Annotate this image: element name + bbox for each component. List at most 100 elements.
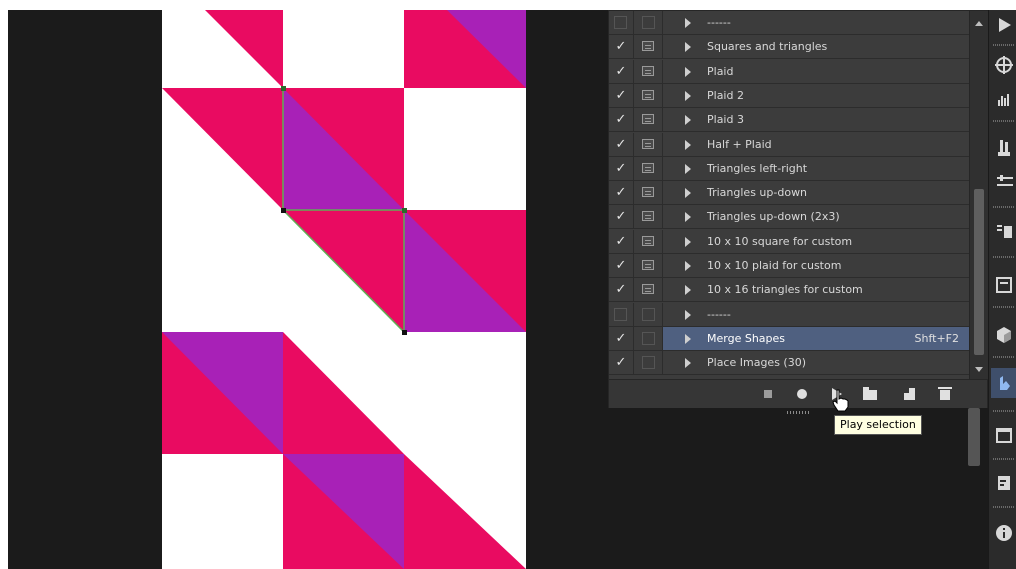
action-name-cell[interactable]: Place Images (30) bbox=[663, 351, 969, 376]
action-name-cell[interactable]: Squares and triangles bbox=[663, 35, 969, 60]
toggle-dialog-checkbox[interactable] bbox=[634, 326, 663, 351]
actions-scrollbar[interactable] bbox=[969, 11, 988, 379]
record-button[interactable] bbox=[791, 384, 813, 404]
toggle-item-checkbox[interactable]: ✓ bbox=[609, 254, 634, 278]
scroll-down-icon[interactable] bbox=[975, 367, 983, 372]
expand-arrow-icon[interactable] bbox=[685, 333, 691, 344]
expand-arrow-icon[interactable] bbox=[685, 66, 691, 77]
action-row[interactable]: ✓ Merge Shapes Shft+F2 bbox=[609, 326, 969, 351]
toggle-dialog-checkbox[interactable] bbox=[634, 254, 663, 278]
toggle-dialog-checkbox[interactable] bbox=[634, 278, 663, 303]
action-row[interactable]: ------ bbox=[609, 302, 969, 327]
new-set-button[interactable] bbox=[859, 384, 881, 404]
toggle-item-checkbox[interactable]: ✓ bbox=[609, 35, 634, 60]
toggle-dialog-checkbox[interactable] bbox=[634, 83, 663, 108]
action-row[interactable]: ✓ Plaid 2 bbox=[609, 83, 969, 108]
action-row[interactable]: ✓ Plaid bbox=[609, 59, 969, 84]
action-row[interactable]: ✓ 10 x 16 triangles for custom bbox=[609, 278, 969, 303]
toggle-item-checkbox[interactable] bbox=[609, 11, 634, 35]
panel-lane-scrollbar[interactable] bbox=[968, 408, 980, 466]
action-row[interactable]: ✓ Triangles left-right bbox=[609, 156, 969, 181]
dock-notes-button[interactable] bbox=[991, 468, 1016, 498]
action-row[interactable]: ✓ Squares and triangles bbox=[609, 35, 969, 60]
dock-layers-button[interactable] bbox=[991, 420, 1016, 450]
action-name-cell[interactable]: 10 x 10 plaid for custom bbox=[663, 254, 969, 278]
stop-button[interactable] bbox=[757, 384, 779, 404]
toggle-dialog-checkbox[interactable] bbox=[634, 11, 663, 35]
toggle-item-checkbox[interactable]: ✓ bbox=[609, 156, 634, 181]
action-name-cell[interactable]: Triangles up-down (2x3) bbox=[663, 205, 969, 230]
dock-layer-comps-button[interactable] bbox=[991, 216, 1016, 246]
action-name-cell[interactable]: Merge Shapes Shft+F2 bbox=[663, 326, 969, 351]
toggle-item-checkbox[interactable]: ✓ bbox=[609, 326, 634, 351]
toggle-item-checkbox[interactable]: ✓ bbox=[609, 229, 634, 254]
expand-arrow-icon[interactable] bbox=[685, 212, 691, 223]
toggle-item-checkbox[interactable]: ✓ bbox=[609, 59, 634, 84]
resize-grip[interactable] bbox=[787, 411, 811, 414]
scroll-up-icon[interactable] bbox=[975, 21, 983, 26]
toggle-item-checkbox[interactable] bbox=[609, 302, 634, 327]
toggle-dialog-checkbox[interactable] bbox=[634, 108, 663, 133]
dock-3d-button[interactable] bbox=[991, 320, 1016, 350]
toggle-item-checkbox[interactable]: ✓ bbox=[609, 351, 634, 376]
toggle-dialog-checkbox[interactable] bbox=[634, 59, 663, 84]
action-name-cell[interactable]: Triangles left-right bbox=[663, 157, 969, 181]
toggle-dialog-checkbox[interactable] bbox=[634, 205, 663, 230]
action-name-cell[interactable]: Plaid bbox=[663, 60, 969, 84]
dock-adjustments-button[interactable] bbox=[991, 166, 1016, 196]
expand-arrow-icon[interactable] bbox=[685, 309, 691, 320]
dock-properties-button[interactable] bbox=[991, 270, 1016, 300]
expand-arrow-icon[interactable] bbox=[685, 188, 691, 199]
expand-arrow-icon[interactable] bbox=[685, 90, 691, 101]
expand-arrow-icon[interactable] bbox=[685, 139, 691, 150]
action-name-cell[interactable]: Plaid 3 bbox=[663, 108, 969, 133]
new-action-button[interactable] bbox=[899, 384, 921, 404]
action-row[interactable]: ✓ Triangles up-down bbox=[609, 181, 969, 206]
expand-arrow-icon[interactable] bbox=[685, 42, 691, 53]
action-name-cell[interactable]: Plaid 2 bbox=[663, 84, 969, 108]
expand-arrow-icon[interactable] bbox=[685, 18, 691, 28]
action-name-cell[interactable]: 10 x 10 square for custom bbox=[663, 230, 969, 254]
document-canvas[interactable] bbox=[162, 10, 526, 569]
scrollbar-thumb[interactable] bbox=[974, 189, 984, 355]
toggle-dialog-checkbox[interactable] bbox=[634, 229, 663, 254]
toggle-dialog-checkbox[interactable] bbox=[634, 156, 663, 181]
action-row[interactable]: ------ bbox=[609, 11, 969, 35]
expand-arrow-icon[interactable] bbox=[685, 236, 691, 247]
toggle-dialog-checkbox[interactable] bbox=[634, 302, 663, 327]
expand-arrow-icon[interactable] bbox=[685, 261, 691, 271]
action-name-cell[interactable]: Half + Plaid bbox=[663, 133, 969, 157]
toggle-dialog-checkbox[interactable] bbox=[634, 181, 663, 206]
action-row[interactable]: ✓ Half + Plaid bbox=[609, 132, 969, 157]
expand-arrow-icon[interactable] bbox=[685, 285, 691, 296]
toggle-dialog-checkbox[interactable] bbox=[634, 351, 663, 376]
action-row[interactable]: ✓ 10 x 10 square for custom bbox=[609, 229, 969, 254]
dock-histogram-button[interactable] bbox=[991, 84, 1016, 114]
toggle-item-checkbox[interactable]: ✓ bbox=[609, 205, 634, 230]
layer-comps-icon bbox=[997, 225, 1012, 238]
toggle-item-checkbox[interactable]: ✓ bbox=[609, 108, 634, 133]
expand-arrow-icon[interactable] bbox=[685, 358, 691, 369]
toggle-item-checkbox[interactable]: ✓ bbox=[609, 83, 634, 108]
toggle-dialog-checkbox[interactable] bbox=[634, 35, 663, 60]
toggle-item-checkbox[interactable]: ✓ bbox=[609, 132, 634, 157]
expand-arrow-icon[interactable] bbox=[685, 163, 691, 174]
action-row[interactable]: ✓ Plaid 3 bbox=[609, 108, 969, 133]
delete-button[interactable] bbox=[934, 384, 956, 404]
action-name-cell[interactable]: ------ bbox=[663, 11, 969, 35]
dock-play-button[interactable] bbox=[991, 10, 1016, 40]
action-row[interactable]: ✓ Triangles up-down (2x3) bbox=[609, 205, 969, 230]
action-row[interactable]: ✓ Place Images (30) bbox=[609, 351, 969, 376]
expand-arrow-icon[interactable] bbox=[685, 115, 691, 126]
action-name-cell[interactable]: 10 x 16 triangles for custom bbox=[663, 278, 969, 303]
action-name-cell[interactable]: ------ bbox=[663, 303, 969, 327]
dock-navigator-button[interactable] bbox=[991, 50, 1016, 80]
dock-info-button[interactable] bbox=[991, 518, 1016, 548]
action-name-cell[interactable]: Triangles up-down bbox=[663, 181, 969, 206]
action-row[interactable]: ✓ 10 x 10 plaid for custom bbox=[609, 254, 969, 278]
toggle-item-checkbox[interactable]: ✓ bbox=[609, 278, 634, 303]
dock-brush-button[interactable] bbox=[991, 132, 1016, 162]
toggle-dialog-checkbox[interactable] bbox=[634, 132, 663, 157]
toggle-item-checkbox[interactable]: ✓ bbox=[609, 181, 634, 206]
dock-actions-button[interactable] bbox=[991, 368, 1016, 398]
